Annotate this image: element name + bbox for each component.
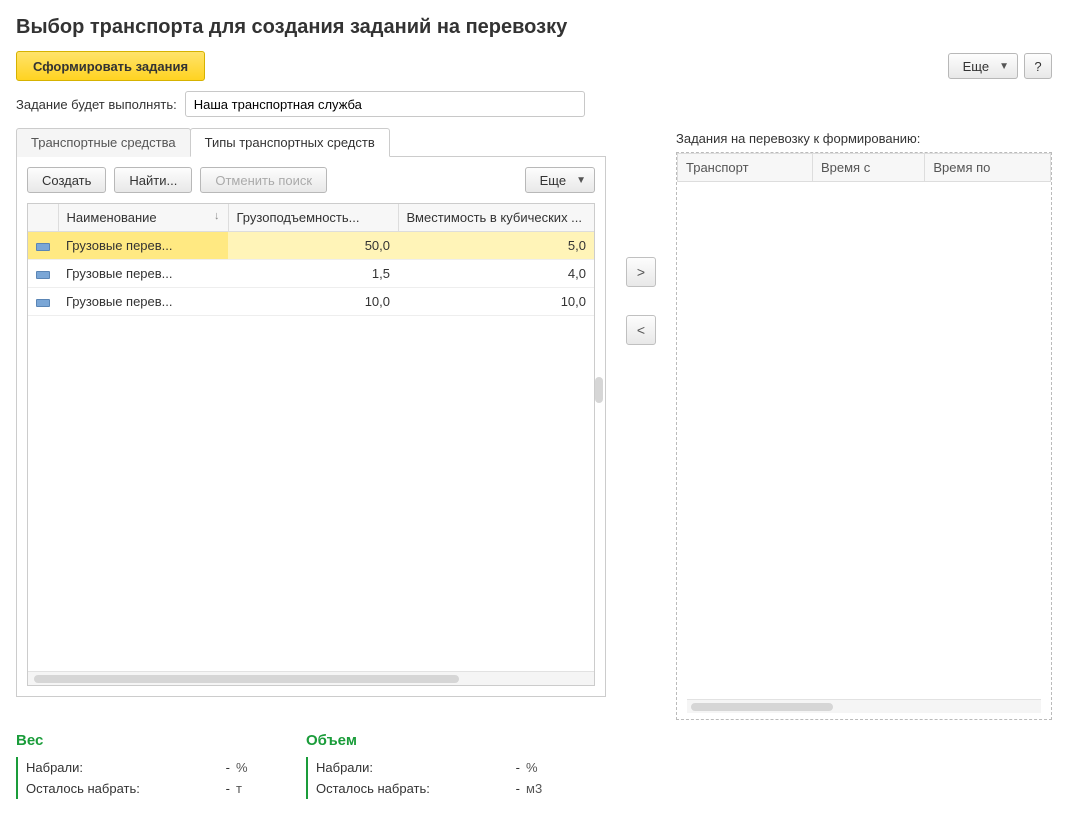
volume-collected-unit: % (526, 760, 556, 775)
more-button-panel[interactable]: Еще ▼ (525, 167, 595, 193)
assignee-label: Задание будет выполнять: (16, 97, 177, 112)
cell-volume: 10,0 (398, 288, 594, 316)
cell-name: Грузовые перев... (58, 232, 228, 260)
tab-vehicles[interactable]: Транспортные средства (16, 128, 191, 157)
more-label: Еще (963, 59, 989, 74)
item-icon (36, 299, 50, 307)
column-transport[interactable]: Транспорт (678, 154, 813, 182)
table-row[interactable]: Грузовые перев... 10,0 10,0 (28, 288, 594, 316)
volume-title: Объем (306, 732, 556, 749)
column-name[interactable]: Наименование ↓ (58, 204, 228, 232)
item-icon (36, 243, 50, 251)
weight-collected-unit: % (236, 760, 266, 775)
table-row[interactable]: Грузовые перев... 50,0 5,0 (28, 232, 594, 260)
cell-volume: 5,0 (398, 232, 594, 260)
column-volume[interactable]: Вместимость в кубических ... (398, 204, 594, 232)
volume-remaining-value: - (490, 781, 520, 796)
volume-remaining-unit: м3 (526, 781, 556, 796)
cancel-search-button[interactable]: Отменить поиск (200, 167, 327, 193)
weight-collected-label: Набрали: (26, 760, 200, 775)
cell-capacity: 1,5 (228, 260, 398, 288)
volume-collected-label: Набрали: (316, 760, 490, 775)
find-button[interactable]: Найти... (114, 167, 192, 193)
page-title: Выбор транспорта для создания заданий на… (16, 16, 1052, 39)
move-left-button[interactable]: < (626, 315, 656, 345)
cell-name: Грузовые перев... (58, 288, 228, 316)
column-time-to[interactable]: Время по (925, 154, 1051, 182)
assignee-input[interactable] (185, 91, 585, 117)
column-icon[interactable] (28, 204, 58, 232)
cell-volume: 4,0 (398, 260, 594, 288)
more-panel-label: Еще (540, 173, 566, 188)
column-capacity[interactable]: Грузоподъемность... (228, 204, 398, 232)
volume-collected-value: - (490, 760, 520, 775)
chevron-down-icon: ▼ (999, 61, 1009, 72)
weight-collected-value: - (200, 760, 230, 775)
item-icon (36, 271, 50, 279)
table-row[interactable]: Грузовые перев... 1,5 4,0 (28, 260, 594, 288)
cell-capacity: 50,0 (228, 232, 398, 260)
more-button-top[interactable]: Еще ▼ (948, 53, 1018, 79)
sort-down-icon: ↓ (214, 210, 220, 222)
volume-remaining-label: Осталось набрать: (316, 781, 490, 796)
form-tasks-button[interactable]: Сформировать задания (16, 51, 205, 81)
cell-name: Грузовые перев... (58, 260, 228, 288)
move-right-button[interactable]: > (626, 257, 656, 287)
horizontal-scrollbar-right[interactable] (687, 699, 1041, 713)
weight-title: Вес (16, 732, 266, 749)
tab-vehicle-types[interactable]: Типы транспортных средств (190, 128, 390, 157)
weight-remaining-label: Осталось набрать: (26, 781, 200, 796)
weight-remaining-unit: т (236, 781, 266, 796)
right-panel-label: Задания на перевозку к формированию: (676, 127, 1052, 146)
vertical-scrollbar[interactable] (595, 377, 603, 403)
help-button[interactable]: ? (1024, 53, 1052, 79)
horizontal-scrollbar[interactable] (28, 671, 594, 685)
weight-remaining-value: - (200, 781, 230, 796)
chevron-down-icon: ▼ (576, 175, 586, 186)
create-button[interactable]: Создать (27, 167, 106, 193)
column-name-label: Наименование (67, 210, 157, 225)
column-time-from[interactable]: Время с (812, 154, 924, 182)
cell-capacity: 10,0 (228, 288, 398, 316)
